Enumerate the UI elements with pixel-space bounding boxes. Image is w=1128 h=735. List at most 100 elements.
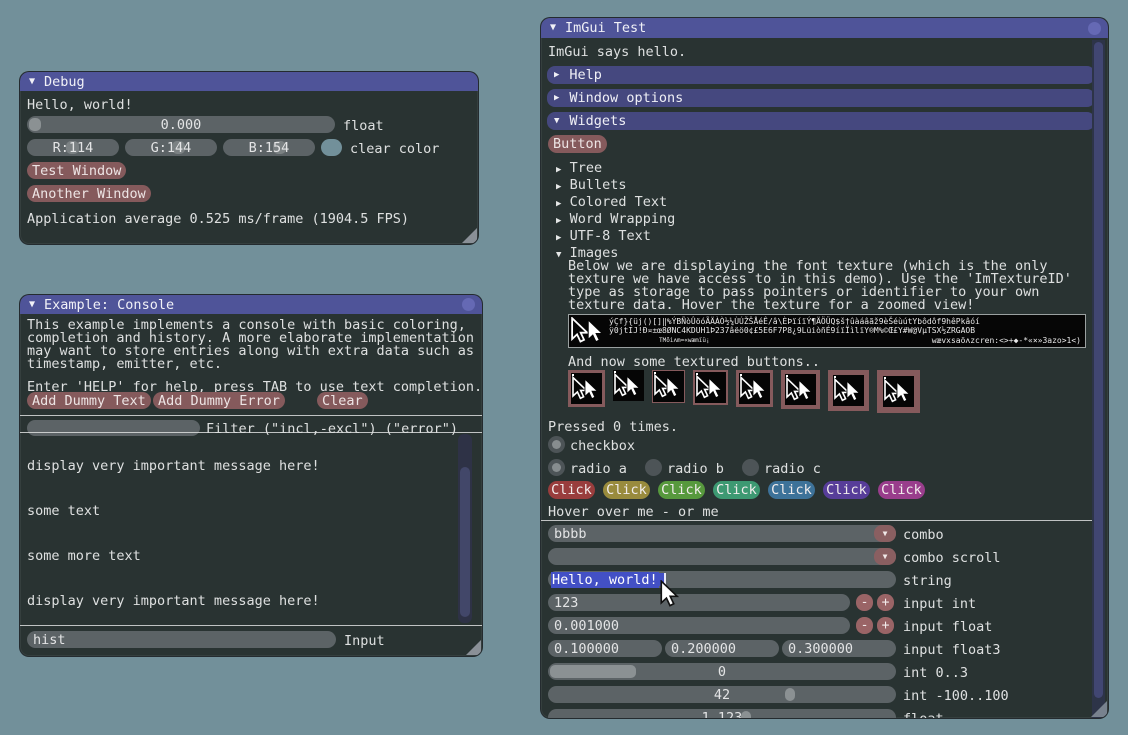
click-button-4[interactable]: Click [713, 481, 760, 499]
closed-arrow-icon: ▶ [556, 216, 561, 226]
open-arrow-icon: ▼ [554, 117, 559, 126]
filter-input[interactable] [27, 420, 200, 436]
close-icon[interactable] [462, 298, 475, 311]
window-title: ImGui Test [565, 20, 646, 36]
imgui-titlebar[interactable]: ▼ ImGui Test [541, 18, 1108, 38]
input-int-field[interactable]: 123 [548, 594, 850, 611]
input-float3-z[interactable]: 0.300000 [782, 640, 896, 657]
input-float3-x[interactable]: 0.100000 [548, 640, 662, 657]
image-button-7[interactable] [828, 370, 869, 411]
radio-a-label: radio a [570, 461, 627, 477]
tree-node-colored-text[interactable]: ▶ Colored Text [556, 194, 667, 210]
scrollbar-thumb[interactable] [1094, 42, 1103, 698]
hover-over-me-text[interactable]: Hover over me - or me [548, 504, 719, 520]
font-texture-image[interactable]: ýÇf}{üj()[]‖%ÝBÑòÛöóÃÄÀÒ½¼ÙÚŽŠÅéÊ/â\ÈÞïí… [568, 314, 1086, 348]
increment-button[interactable]: + [877, 617, 894, 634]
collapse-arrow-icon[interactable]: ▼ [29, 77, 35, 87]
image-button-5[interactable] [736, 370, 773, 407]
combo-arrow-icon[interactable]: ▼ [874, 525, 896, 542]
image-button-3[interactable] [652, 370, 685, 403]
tree-label: Bullets [570, 177, 627, 193]
cursor-solid-icon [584, 378, 599, 400]
desktop: ▼ Debug Hello, world! 0.000 float R:114 … [0, 0, 1128, 735]
pressed-times-text: Pressed 0 times. [548, 419, 678, 435]
console-command-input[interactable]: hist [27, 631, 336, 648]
slider-float[interactable]: 1.123 [548, 709, 896, 718]
tree-node-word-wrapping[interactable]: ▶ Word Wrapping [556, 211, 675, 227]
green-value: G:144 [125, 140, 217, 156]
button-widget[interactable]: Button [548, 135, 607, 153]
image-button-4[interactable] [693, 370, 728, 405]
clear-color-swatch[interactable] [321, 139, 342, 156]
click-button-2[interactable]: Click [603, 481, 650, 499]
float-slider[interactable]: 0.000 [27, 116, 335, 133]
red-drag[interactable]: R:114 [27, 139, 119, 156]
combo-scroll-box[interactable]: ▼ [548, 548, 896, 565]
clear-button[interactable]: Clear [317, 392, 368, 409]
click-button-6[interactable]: Click [823, 481, 870, 499]
radio-b-label: radio b [667, 461, 724, 477]
input-float-label: input float [903, 619, 992, 635]
combo-arrow-icon[interactable]: ▼ [874, 548, 896, 565]
header-help[interactable]: ▶ Help [547, 66, 1095, 84]
header-window-options[interactable]: ▶ Window options [547, 89, 1095, 107]
console-intro-text: This example implements a console with b… [27, 319, 474, 371]
scrollbar-track[interactable] [458, 434, 472, 623]
tree-node-bullets[interactable]: ▶ Bullets [556, 177, 626, 193]
click-button-1[interactable]: Click [548, 481, 595, 499]
decrement-button[interactable]: - [856, 617, 873, 634]
collapse-arrow-icon[interactable]: ▼ [550, 23, 556, 33]
click-button-5[interactable]: Click [768, 481, 815, 499]
input-float3-y[interactable]: 0.200000 [665, 640, 779, 657]
scrollbar-thumb[interactable] [460, 467, 470, 617]
decrement-button[interactable]: - [856, 594, 873, 611]
scrollbar-track[interactable] [1092, 40, 1105, 718]
console-log[interactable]: display very important message here! som… [27, 435, 455, 620]
image-button-8[interactable] [877, 370, 920, 413]
header-widgets[interactable]: ▼ Widgets [547, 112, 1095, 130]
input-float-field[interactable]: 0.001000 [548, 617, 850, 634]
radio-c[interactable] [742, 459, 759, 476]
image-button-6[interactable] [781, 370, 820, 409]
combo-box[interactable]: bbbb ▼ [548, 525, 896, 542]
resize-grip[interactable] [462, 228, 477, 243]
another-window-button[interactable]: Another Window [27, 185, 151, 202]
tree-label: UTF-8 Text [570, 228, 651, 244]
add-dummy-error-button[interactable]: Add Dummy Error [153, 392, 285, 409]
slider-int-0-3[interactable]: 0 [548, 663, 896, 680]
image-button-2[interactable] [613, 370, 644, 401]
clear-color-label: clear color [350, 141, 439, 157]
resize-grip[interactable] [1091, 701, 1107, 717]
console-titlebar[interactable]: ▼ Example: Console [20, 295, 482, 314]
add-dummy-text-button[interactable]: Add Dummy Text [27, 392, 151, 409]
imgui-test-window[interactable]: ▼ ImGui Test ImGui says hello. ▶ Help ▶ … [541, 18, 1108, 718]
debug-titlebar[interactable]: ▼ Debug [20, 72, 478, 91]
click-button-7[interactable]: Click [878, 481, 925, 499]
increment-button[interactable]: + [877, 594, 894, 611]
tree-node-utf8-text[interactable]: ▶ UTF-8 Text [556, 228, 651, 244]
collapse-arrow-icon[interactable]: ▼ [29, 300, 35, 310]
log-line: some more text [27, 550, 455, 563]
selected-text: Hello, world! [551, 572, 659, 588]
cursor-solid-icon [626, 375, 641, 397]
combo-scroll-label: combo scroll [903, 550, 1001, 566]
radio-b[interactable] [645, 459, 662, 476]
checkbox[interactable] [548, 436, 565, 453]
image-button-1[interactable] [568, 370, 605, 407]
resize-grip[interactable] [466, 640, 481, 655]
string-input[interactable]: Hello, world! [548, 571, 896, 588]
debug-window[interactable]: ▼ Debug Hello, world! 0.000 float R:114 … [20, 72, 478, 244]
click-button-3[interactable]: Click [658, 481, 705, 499]
close-icon[interactable] [1088, 22, 1101, 35]
blue-drag[interactable]: B:154 [223, 139, 315, 156]
green-drag[interactable]: G:144 [125, 139, 217, 156]
tree-node-tree[interactable]: ▶ Tree [556, 160, 602, 176]
window-title: Debug [44, 74, 85, 90]
texture-glyph-row: TMõiʌm=«wæmïü¡ [659, 336, 710, 345]
input-label: Input [344, 633, 385, 649]
test-window-button[interactable]: Test Window [27, 162, 126, 179]
console-window[interactable]: ▼ Example: Console This example implemen… [20, 295, 482, 656]
slider-int-100[interactable]: 42 [548, 686, 896, 703]
cursor-solid-icon [798, 379, 813, 401]
radio-a[interactable] [548, 459, 565, 476]
